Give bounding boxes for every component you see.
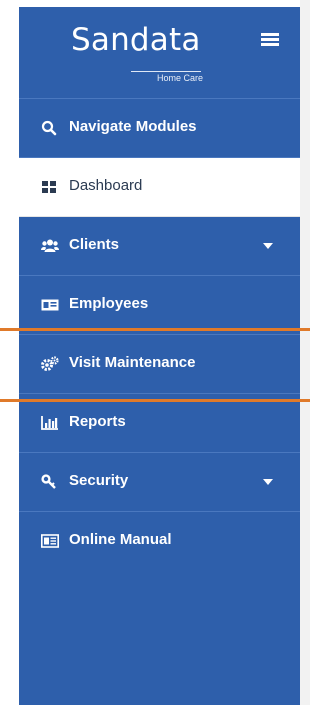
sidebar-header: Sandata Home Care xyxy=(19,7,300,99)
brand-logo[interactable]: Sandata Home Care xyxy=(71,22,213,84)
sidebar-item-dashboard[interactable]: Dashboard xyxy=(19,158,300,217)
hamburger-menu-icon[interactable] xyxy=(261,33,279,47)
sidebar-item-label: Security xyxy=(69,472,129,489)
dashboard-grid-icon xyxy=(41,179,57,195)
chevron-down-icon[interactable] xyxy=(263,479,273,485)
gears-icon xyxy=(41,356,59,372)
brand-name: Sandata xyxy=(71,22,201,58)
sidebar-item-online-manual[interactable]: Online Manual xyxy=(19,512,300,571)
bar-chart-icon xyxy=(41,415,58,431)
sidebar-item-reports[interactable]: Reports xyxy=(19,394,300,453)
sidebar-item-label: Visit Maintenance xyxy=(69,354,196,371)
sidebar-item-label: Employees xyxy=(69,295,149,312)
sidebar-item-label: Reports xyxy=(69,413,126,430)
sidebar-item-label: Dashboard xyxy=(69,177,143,194)
sidebar: Sandata Home Care Navigate Modules Dashb… xyxy=(19,7,300,705)
sidebar-item-employees[interactable]: Employees xyxy=(19,276,300,335)
key-icon xyxy=(41,474,57,490)
sidebar-item-label: Clients xyxy=(69,236,120,253)
id-card-icon xyxy=(41,297,59,313)
sidebar-item-security[interactable]: Security xyxy=(19,453,300,512)
highlight-bottom-line xyxy=(0,399,310,402)
sidebar-item-visit-maintenance[interactable]: Visit Maintenance xyxy=(19,335,300,394)
logo-underline xyxy=(131,71,201,72)
sidebar-item-label: Online Manual xyxy=(69,531,172,548)
sidebar-item-label: Navigate Modules xyxy=(69,118,197,135)
sidebar-item-clients[interactable]: Clients xyxy=(19,217,300,276)
sidebar-item-navigate-modules[interactable]: Navigate Modules xyxy=(19,99,300,158)
search-icon xyxy=(41,120,57,136)
manual-icon xyxy=(41,533,59,549)
content-area-edge xyxy=(300,0,310,705)
brand-subtitle: Home Care xyxy=(157,73,204,83)
users-icon xyxy=(41,238,59,254)
chevron-down-icon[interactable] xyxy=(263,243,273,249)
highlight-top-line xyxy=(0,328,310,331)
